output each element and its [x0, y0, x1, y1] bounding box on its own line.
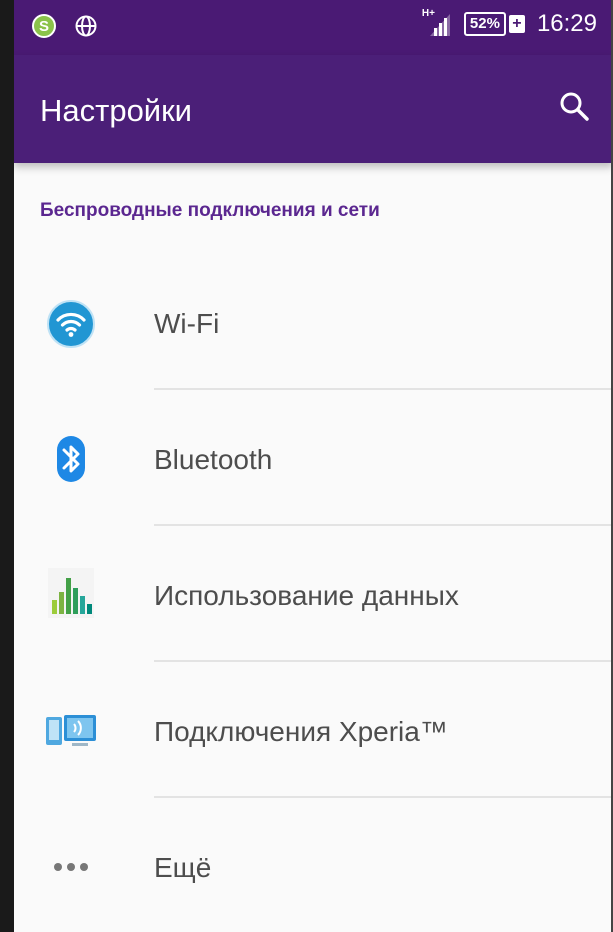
xperia-connections-icon [44, 704, 98, 758]
signal-strength-icon: H+ [421, 8, 452, 38]
settings-item-more[interactable]: Ещё [14, 800, 613, 932]
divider [154, 660, 613, 662]
app-notification-icon: S [32, 14, 56, 38]
status-right-icons: H+ 52% + 16:29 [421, 8, 597, 38]
divider [154, 388, 613, 390]
charging-icon: + [508, 15, 525, 33]
settings-item-bluetooth[interactable]: Bluetooth [14, 392, 613, 528]
settings-screen: S H+ 52% + 16:29 Настройки Беспроводные … [0, 0, 613, 932]
battery-indicator: 52% + [463, 12, 525, 36]
settings-item-label: Bluetooth [154, 444, 273, 475]
settings-item-xperia-connections[interactable]: Подключения Xperia™ [14, 664, 613, 800]
globe-icon [75, 15, 97, 37]
battery-level: 52% [463, 12, 506, 36]
settings-item-label: Ещё [154, 852, 212, 883]
settings-item-label: Wi-Fi [154, 308, 220, 339]
bluetooth-icon [44, 432, 98, 486]
search-button[interactable] [557, 89, 591, 123]
status-bar: S H+ 52% + 16:29 [14, 0, 613, 55]
divider [154, 524, 613, 526]
data-usage-icon [44, 566, 98, 620]
page-title: Настройки [40, 93, 193, 128]
divider [154, 796, 613, 798]
settings-item-data-usage[interactable]: Использование данных [14, 528, 613, 664]
settings-item-label: Использование данных [154, 580, 459, 611]
section-header: Беспроводные подключения и сети [40, 200, 380, 221]
status-clock: 16:29 [536, 10, 597, 37]
more-dots-icon [44, 840, 98, 894]
wifi-icon [44, 297, 98, 351]
settings-item-wifi[interactable]: Wi-Fi [14, 256, 613, 392]
network-type-label: H+ [421, 8, 435, 19]
settings-item-label: Подключения Xperia™ [154, 716, 448, 747]
search-icon [560, 92, 589, 121]
app-bar: Настройки [14, 55, 613, 163]
status-left-icons: S [32, 14, 98, 38]
